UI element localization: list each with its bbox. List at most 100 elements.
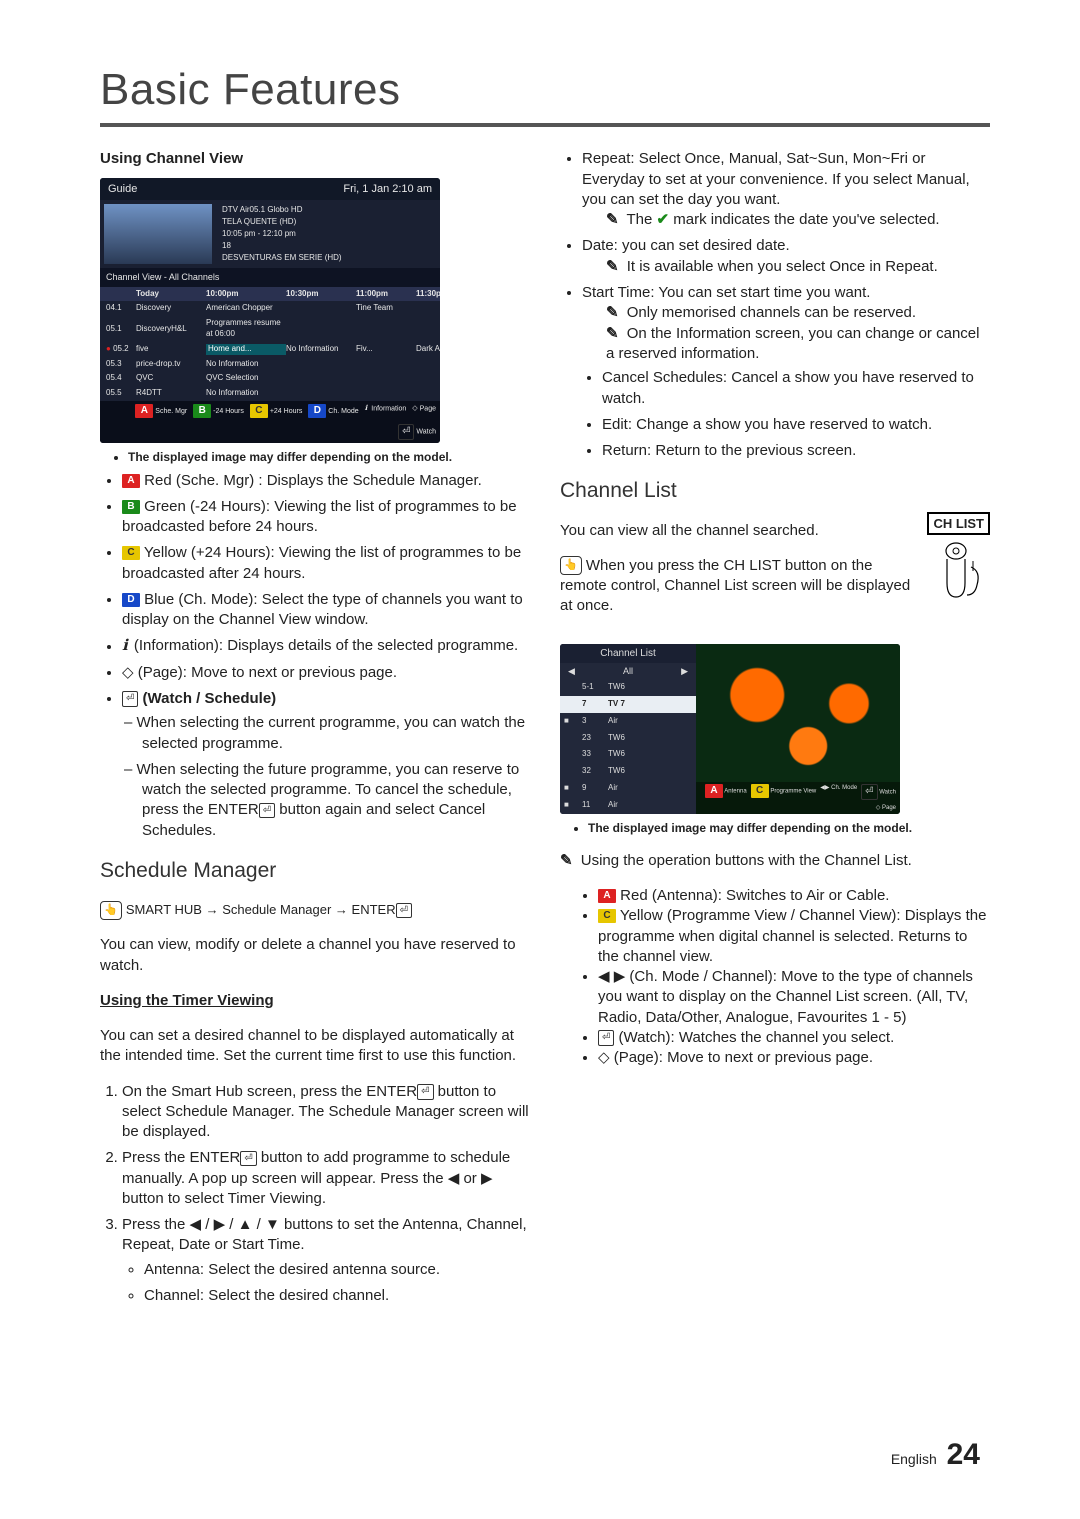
using-channel-view-heading: Using Channel View (100, 149, 530, 169)
timer-intro: You can set a desired channel to be disp… (100, 1026, 530, 1067)
step-text: Press the ENTER (122, 1149, 240, 1166)
step-1: On the Smart Hub screen, press the ENTER… (122, 1082, 530, 1143)
enter-icon (240, 1151, 256, 1167)
enter-icon (396, 903, 412, 919)
badge-c-icon: C (122, 546, 140, 560)
note-icon (606, 257, 623, 277)
info-icon (122, 636, 130, 656)
chlist-preview-image: A Antenna C Programme View ◀▶ Ch. Mode W… (696, 644, 900, 814)
op-red: A Red (Antenna): Switches to Air or Cabl… (598, 886, 990, 906)
enter-icon (598, 1030, 614, 1046)
badge-b-icon: B (122, 500, 140, 514)
bullet-text: (Watch): Watches the channel you select. (614, 1029, 894, 1046)
page-icon (598, 1048, 610, 1068)
enter-icon (398, 424, 414, 440)
chlist-row: 33TW6 (560, 746, 696, 763)
op-yellow: C Yellow (Programme View / Channel View)… (598, 906, 990, 967)
guide-bar: Channel View - All Channels (100, 268, 440, 286)
badge-b-icon: B (193, 404, 211, 418)
legend-label: +24 Hours (270, 408, 303, 415)
note-text: mark indicates the date you've selected. (673, 211, 939, 228)
guide-col: Today (136, 289, 206, 300)
guide-row: 04.1DiscoveryAmerican ChopperTine Team (100, 301, 440, 316)
chlist-intro: You can view all the channel searched. (560, 521, 990, 541)
bullet-text: Blue (Ch. Mode): Select the type of chan… (122, 591, 523, 628)
guide-header-row: Today 10:00pm 10:30pm 11:00pm 11:30pm (100, 287, 440, 302)
badge-a-icon: A (135, 404, 153, 418)
legend-label: Programme View (770, 789, 816, 795)
step-text: Press the ◀ / ▶ / ▲ / ▼ buttons to set t… (122, 1216, 527, 1253)
legend-label: Antenna (724, 789, 746, 795)
timer-heading: Using the Timer Viewing (100, 991, 530, 1011)
guide-title: Guide (108, 182, 137, 197)
date-note: It is available when you select Once in … (582, 257, 990, 277)
guide-caption: The displayed image may differ depending… (128, 449, 530, 465)
enter-icon (259, 803, 275, 819)
bullet-text: (Page): Move to next or previous page. (134, 664, 397, 681)
start-note1: Only memorised channels can be reserved. (582, 303, 990, 323)
step-2: Press the ENTER button to add programme … (122, 1148, 530, 1209)
bullet-text: When you press the CH LIST button on the… (560, 557, 910, 615)
guide-info-line: TELA QUENTE (HD) (222, 216, 342, 228)
repeat-bullet: Repeat: Select Once, Manual, Sat~Sun, Mo… (582, 149, 990, 230)
chlist-press: When you press the CH LIST button on the… (560, 556, 990, 617)
bullet-text: Repeat: Select Once, Manual, Sat~Sun, Mo… (582, 150, 970, 208)
badge-a-icon: A (122, 474, 140, 488)
step3-channel: Channel: Select the desired channel. (144, 1286, 530, 1306)
bullet-text: Red (Antenna): Switches to Air or Cable. (616, 887, 889, 904)
bullet-red: A Red (Sche. Mgr) : Displays the Schedul… (122, 471, 530, 491)
legend-label: Ch. Mode (831, 785, 857, 791)
chlist-ui-tab: ◀ All ▶ (560, 663, 696, 679)
chlist-row: 7TV 7 (560, 696, 696, 713)
remote-hand-icon (927, 537, 985, 605)
page-icon (412, 404, 417, 413)
badge-c-icon: C (250, 404, 268, 418)
right-column: Repeat: Select Once, Manual, Sat~Sun, Mo… (560, 149, 990, 1312)
bullet-info: (Information): Displays details of the s… (122, 636, 530, 656)
step-3: Press the ◀ / ▶ / ▲ / ▼ buttons to set t… (122, 1215, 530, 1306)
step-text: On the Smart Hub screen, press the ENTER (122, 1083, 417, 1100)
bullet-yellow: C Yellow (+24 Hours): Viewing the list o… (122, 543, 530, 584)
bullet-blue: D Blue (Ch. Mode): Select the type of ch… (122, 590, 530, 631)
badge-a-icon: A (705, 784, 723, 798)
schedule-intro: You can view, modify or delete a channel… (100, 935, 530, 976)
step3-antenna: Antenna: Select the desired antenna sour… (144, 1260, 530, 1280)
chlist-tab-label: All (623, 665, 633, 677)
schedule-manager-heading: Schedule Manager (100, 857, 530, 885)
guide-info-line: 18 (222, 240, 342, 252)
bullet-text: Red (Sche. Mgr) : Displays the Schedule … (140, 472, 482, 489)
note-icon (606, 324, 623, 344)
ch-list-label: CH LIST (927, 512, 990, 536)
op-lr: ◀ ▶ (Ch. Mode / Channel): Move to the ty… (598, 967, 990, 1028)
op-intro: Using the operation buttons with the Cha… (560, 851, 990, 871)
note-icon (560, 851, 577, 871)
ws-current: When selecting the current programme, yo… (142, 713, 530, 754)
cancel-schedules: Cancel Schedules: Cancel a show you have… (602, 368, 990, 409)
guide-date: Fri, 1 Jan 2:10 am (343, 182, 432, 197)
bullet-text: Yellow (Programme View / Channel View): … (598, 907, 986, 965)
legend-label: Page (882, 805, 896, 811)
chlist-row: 23TW6 (560, 730, 696, 747)
chlist-caption: The displayed image may differ depending… (588, 820, 990, 836)
chevron-right-icon: ▶ (681, 665, 688, 677)
guide-info-line: DTV Air05.1 Globo HD (222, 204, 342, 216)
page-footer: English 24 (891, 1435, 980, 1476)
guide-col: 10:30pm (286, 289, 356, 300)
ch-list-remote-graphic: CH LIST (927, 512, 990, 606)
bullet-text: Yellow (+24 Hours): Viewing the list of … (122, 544, 521, 581)
badge-c-icon: C (751, 784, 769, 798)
schedule-path: SMART HUB → Schedule Manager → ENTER (100, 900, 530, 920)
remote-icon (560, 556, 582, 575)
page-title: Basic Features (100, 60, 990, 119)
page-icon (122, 663, 134, 683)
badge-d-icon: D (308, 404, 326, 418)
note-icon (606, 303, 623, 323)
guide-col: 11:00pm (356, 289, 416, 300)
bullet-text: Date: you can set desired date. (582, 237, 790, 254)
start-bullet: Start Time: You can set start time you w… (582, 283, 990, 461)
enter-icon (417, 1084, 433, 1100)
op-page: (Page): Move to next or previous page. (598, 1048, 990, 1068)
path-text: SMART HUB → Schedule Manager → ENTER (126, 902, 396, 917)
badge-d-icon: D (122, 593, 140, 607)
legend-label: Information (371, 406, 406, 413)
